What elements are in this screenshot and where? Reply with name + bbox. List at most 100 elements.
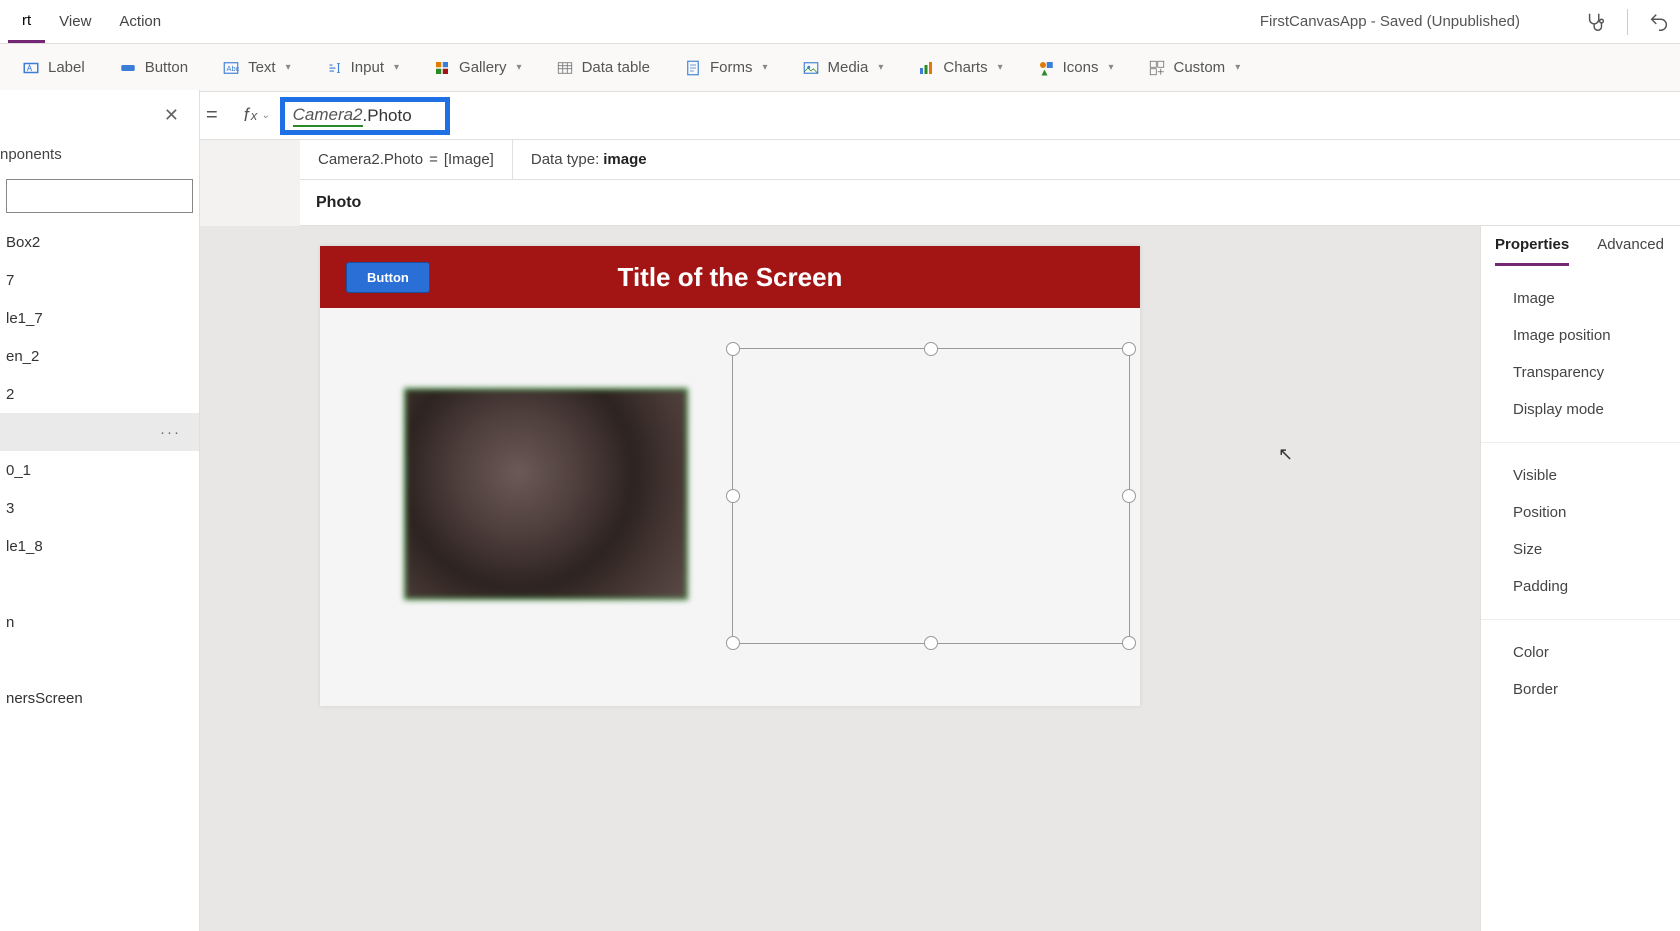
datatype-label: Data type:	[531, 151, 599, 168]
resize-handle-sw[interactable]	[726, 636, 740, 650]
camera-preview-image[interactable]	[404, 388, 688, 600]
tree-item[interactable]	[0, 641, 199, 679]
tree-item[interactable]: 7	[0, 261, 199, 299]
chevron-down-icon: ▾	[998, 62, 1003, 73]
eval-result: Camera2.Photo = [Image]	[300, 140, 513, 179]
property-row[interactable]: Image	[1497, 280, 1664, 317]
chevron-down-icon: ▾	[878, 62, 883, 73]
tree-item[interactable]: Box2	[0, 223, 199, 261]
property-row[interactable]: Padding	[1497, 568, 1664, 605]
resize-handle-s[interactable]	[924, 636, 938, 650]
chevron-down-icon: ▾	[394, 62, 399, 73]
chevron-down-icon: ▾	[1108, 62, 1113, 73]
properties-panel: Properties Advanced ImageImage positionT…	[1480, 226, 1680, 931]
tree-tab-components[interactable]: nponents	[0, 140, 199, 175]
property-row[interactable]: Image position	[1497, 317, 1664, 354]
tree-item[interactable]: 2	[0, 375, 199, 413]
formula-suffix: .Photo	[363, 106, 412, 126]
screen-title: Title of the Screen	[320, 262, 1140, 293]
datatable-icon	[556, 59, 574, 77]
resize-handle-ne[interactable]	[1122, 342, 1136, 356]
insert-datatable-button[interactable]: Data table	[542, 44, 664, 91]
tree-item[interactable]	[0, 565, 199, 603]
svg-text:Abc: Abc	[227, 64, 240, 73]
chevron-down-icon: ▾	[517, 62, 522, 73]
chevron-down-icon: ▾	[1235, 62, 1240, 73]
menu-action[interactable]: Action	[105, 0, 175, 43]
eval-rhs: [Image]	[444, 151, 494, 168]
more-icon[interactable]: ···	[160, 424, 181, 441]
datatype-value: image	[603, 151, 646, 168]
insert-ribbon: Label Button Abc Text▾ Input▾ Gallery▾ D…	[0, 44, 1680, 92]
app-status: FirstCanvasApp - Saved (Unpublished)	[1260, 13, 1520, 30]
insert-gallery-label: Gallery	[459, 59, 507, 76]
formula-remainder[interactable]	[450, 92, 1680, 139]
property-row[interactable]: Visible	[1497, 457, 1664, 494]
tree-search-input[interactable]	[6, 179, 193, 213]
resize-handle-w[interactable]	[726, 489, 740, 503]
tree-item[interactable]: en_2	[0, 337, 199, 375]
resize-handle-nw[interactable]	[726, 342, 740, 356]
tree-item[interactable]: 3	[0, 489, 199, 527]
insert-label-text: Label	[48, 59, 85, 76]
property-row[interactable]: Display mode	[1497, 391, 1664, 428]
gallery-icon	[433, 59, 451, 77]
tree-view-panel: ✕ nponents Box27le1_7en_22 ··· 0_13le1_8nn…	[0, 90, 200, 931]
eval-datatype: Data type: image	[513, 140, 665, 179]
app-screen[interactable]: Button Title of the Screen	[320, 246, 1140, 706]
insert-text-label: Text	[248, 59, 276, 76]
tree-item[interactable]: ···	[0, 413, 199, 451]
fx-icon[interactable]: fx⌄	[234, 105, 280, 126]
chevron-down-icon: ⌄	[261, 110, 269, 121]
property-row[interactable]: Border	[1497, 671, 1664, 708]
tree-item[interactable]: n	[0, 603, 199, 641]
insert-label-button[interactable]: Label	[8, 44, 99, 91]
text-icon: Abc	[222, 59, 240, 77]
undo-icon[interactable]	[1648, 11, 1670, 33]
formula-input[interactable]: Camera2.Photo	[280, 97, 450, 135]
canvas-area: Button Title of the Screen	[200, 226, 1480, 931]
menu-view[interactable]: View	[45, 0, 105, 43]
property-row[interactable]: Size	[1497, 531, 1664, 568]
insert-icons-button[interactable]: Icons ▾	[1023, 44, 1128, 91]
insert-input-button[interactable]: Input▾	[311, 44, 413, 91]
close-icon[interactable]: ✕	[164, 105, 179, 126]
eval-eq: =	[429, 151, 438, 168]
input-icon	[325, 59, 343, 77]
resize-handle-n[interactable]	[924, 342, 938, 356]
insert-text-button[interactable]: Abc Text▾	[208, 44, 305, 91]
resize-handle-se[interactable]	[1122, 636, 1136, 650]
selected-image-control[interactable]	[732, 348, 1130, 644]
screen-header: Button Title of the Screen	[320, 246, 1140, 308]
chevron-down-icon: ▾	[762, 62, 767, 73]
insert-gallery-button[interactable]: Gallery ▾	[419, 44, 536, 91]
tab-properties[interactable]: Properties	[1495, 236, 1569, 266]
property-row[interactable]: Color	[1497, 634, 1664, 671]
app-checker-icon[interactable]	[1585, 11, 1607, 33]
menu-bar: rt View Action FirstCanvasApp - Saved (U…	[0, 0, 1680, 44]
tree-item[interactable]: le1_8	[0, 527, 199, 565]
insert-icons-label: Icons	[1063, 59, 1099, 76]
resize-handle-e[interactable]	[1122, 489, 1136, 503]
property-row[interactable]: Position	[1497, 494, 1664, 531]
insert-button-button[interactable]: Button	[105, 44, 202, 91]
insert-button-text: Button	[145, 59, 188, 76]
formula-bar: ⌄ = fx⌄ Camera2.Photo	[0, 92, 1680, 140]
insert-charts-label: Charts	[943, 59, 987, 76]
separator	[1627, 9, 1628, 35]
insert-media-button[interactable]: Media ▾	[788, 44, 898, 91]
tab-advanced[interactable]: Advanced	[1597, 236, 1664, 266]
tree-item[interactable]: nersScreen	[0, 679, 199, 717]
tree-item[interactable]: 0_1	[0, 451, 199, 489]
formula-reference: Camera2	[293, 105, 363, 127]
insert-charts-button[interactable]: Charts ▾	[903, 44, 1016, 91]
tree-item[interactable]: le1_7	[0, 299, 199, 337]
property-row[interactable]: Transparency	[1497, 354, 1664, 391]
insert-media-label: Media	[828, 59, 869, 76]
forms-icon	[684, 59, 702, 77]
insert-forms-label: Forms	[710, 59, 753, 76]
insert-datatable-label: Data table	[582, 59, 650, 76]
insert-forms-button[interactable]: Forms ▾	[670, 44, 782, 91]
insert-custom-button[interactable]: Custom▾	[1134, 44, 1255, 91]
menu-insert[interactable]: rt	[8, 0, 45, 43]
